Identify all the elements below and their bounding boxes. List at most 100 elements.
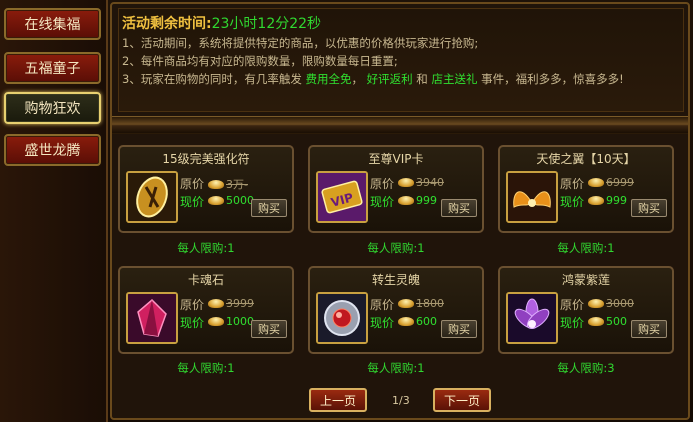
gold-ingot-icon [398, 196, 414, 205]
sidebar-item-shopping-spree[interactable]: 购物狂欢 [4, 92, 101, 124]
original-price: 1800 [398, 297, 444, 310]
item-name: 转生灵魄 [371, 273, 420, 287]
original-price: 3万- [208, 176, 248, 192]
current-price-label: 现价 [180, 195, 205, 209]
item-name: 卡魂石 [187, 273, 224, 287]
original-price-label: 原价 [560, 298, 585, 312]
item-card: 转生灵魄 原价 1800 现价 600 购买 [308, 266, 484, 354]
free-cost-highlight: 费用全免 [305, 72, 352, 86]
notice-sep: ， [351, 72, 363, 86]
countdown-label: 活动剩余时间: [122, 16, 212, 32]
gold-ingot-icon [398, 299, 414, 308]
gold-ingot-icon [588, 196, 604, 205]
gold-ingot-icon [588, 178, 604, 187]
soul-stone-icon [126, 292, 178, 344]
notice-line-1: 1、活动期间，系统将提供特定的商品，以优惠的价格供玩家进行抢购; [122, 36, 479, 50]
current-price: 600 [398, 315, 437, 328]
purchase-limit: 每人限购:1 [367, 241, 425, 255]
enhance-talisman-icon [126, 171, 178, 223]
buy-button[interactable]: 购买 [441, 199, 477, 217]
event-notice: 活动剩余时间:23小时12分22秒 1、活动期间，系统将提供特定的商品，以优惠的… [118, 8, 684, 112]
current-price-value: 5000 [226, 194, 254, 207]
original-price-label: 原价 [180, 177, 205, 191]
original-price: 6999 [588, 176, 634, 189]
angel-wings-icon [506, 171, 558, 223]
original-price-label: 原价 [560, 177, 585, 191]
sidebar-item-online-blessing[interactable]: 在线集福 [4, 8, 101, 40]
gold-ingot-icon [208, 299, 224, 308]
current-price: 5000 [208, 194, 254, 207]
gift-highlight: 店主送礼 [431, 72, 478, 86]
current-price-value: 999 [606, 194, 627, 207]
current-price-label: 现价 [560, 195, 585, 209]
item-card: 鸿蒙紫莲 原价 3000 现价 500 购买 [498, 266, 674, 354]
purchase-limit: 每人限购:1 [557, 241, 615, 255]
buy-button[interactable]: 购买 [631, 199, 667, 217]
current-price-label: 现价 [370, 316, 395, 330]
original-price: 3940 [398, 176, 444, 189]
current-price-label: 现价 [180, 316, 205, 330]
current-price-value: 999 [416, 194, 437, 207]
original-price-value: 1800 [416, 297, 444, 310]
buy-button[interactable]: 购买 [251, 320, 287, 338]
page-indicator: 1/3 [392, 394, 410, 407]
gold-ingot-icon [208, 196, 224, 205]
purchase-limit: 每人限购:1 [177, 361, 235, 375]
gold-ingot-icon [208, 179, 224, 189]
notice-line-3-end: 事件，福利多多，惊喜多多! [481, 72, 624, 86]
purple-lotus-icon [506, 292, 558, 344]
original-price-value: 3万- [226, 178, 248, 191]
item-name: 至尊VIP卡 [368, 152, 424, 166]
original-price: 3999 [208, 297, 254, 310]
rebate-highlight: 好评返利 [366, 72, 413, 86]
current-price: 999 [398, 194, 437, 207]
original-price-label: 原价 [370, 298, 395, 312]
purchase-limit: 每人限购:1 [367, 361, 425, 375]
item-card: 天使之翼【10天】 原价 6999 现价 999 购买 [498, 145, 674, 233]
rebirth-spirit-icon [316, 292, 368, 344]
original-price-value: 3940 [416, 176, 444, 189]
current-price-value: 1000 [226, 315, 254, 328]
original-price-value: 3999 [226, 297, 254, 310]
gold-ingot-icon [588, 299, 604, 308]
gold-ingot-icon [208, 317, 224, 326]
sidebar-item-five-blessing-kids[interactable]: 五福童子 [4, 52, 101, 84]
purchase-limit: 每人限购:3 [557, 361, 615, 375]
purchase-limit: 每人限购:1 [177, 241, 235, 255]
gold-ingot-icon [398, 178, 414, 187]
current-price-value: 500 [606, 315, 627, 328]
current-price-label: 现价 [370, 195, 395, 209]
item-name: 鸿蒙紫莲 [561, 273, 610, 287]
buy-button[interactable]: 购买 [631, 320, 667, 338]
countdown: 活动剩余时间:23小时12分22秒 [122, 13, 321, 33]
buy-button[interactable]: 购买 [441, 320, 477, 338]
notice-and: 和 [416, 72, 428, 86]
main-panel: 活动剩余时间:23小时12分22秒 1、活动期间，系统将提供特定的商品，以优惠的… [110, 2, 690, 420]
original-price-label: 原价 [180, 298, 205, 312]
countdown-value: 23小时12分22秒 [211, 16, 322, 32]
current-price: 1000 [208, 315, 254, 328]
original-price-label: 原价 [370, 177, 395, 191]
buy-button[interactable]: 购买 [251, 199, 287, 217]
shop-window: 在线集福 五福童子 购物狂欢 盛世龙腾 活动剩余时间:23小时12分22秒 1、… [0, 0, 693, 422]
item-name: 天使之翼【10天】 [536, 152, 636, 166]
notice-line-3: 3、玩家在购物的同时，有几率触发 费用全免， 好评返利 和 店主送礼 事件，福利… [122, 71, 624, 87]
current-price: 500 [588, 315, 627, 328]
notice-line-3-text: 3、玩家在购物的同时，有几率触发 [122, 72, 302, 86]
prev-page-button[interactable]: 上一页 [309, 388, 367, 412]
vip-card-icon: VIP [316, 171, 368, 223]
item-card: 卡魂石 原价 3999 现价 1000 购买 [118, 266, 294, 354]
sidebar-item-dragon-festival[interactable]: 盛世龙腾 [4, 134, 101, 166]
item-card: 15级完美强化符 原价 3万- 现价 5000 购买 [118, 145, 294, 233]
current-price: 999 [588, 194, 627, 207]
decorative-divider [112, 116, 688, 134]
current-price-label: 现价 [560, 316, 585, 330]
next-page-button[interactable]: 下一页 [433, 388, 491, 412]
sidebar: 在线集福 五福童子 购物狂欢 盛世龙腾 [0, 0, 108, 422]
original-price-value: 6999 [606, 176, 634, 189]
original-price: 3000 [588, 297, 634, 310]
item-name: 15级完美强化符 [162, 152, 250, 166]
gold-ingot-icon [588, 317, 604, 326]
original-price-value: 3000 [606, 297, 634, 310]
current-price-value: 600 [416, 315, 437, 328]
